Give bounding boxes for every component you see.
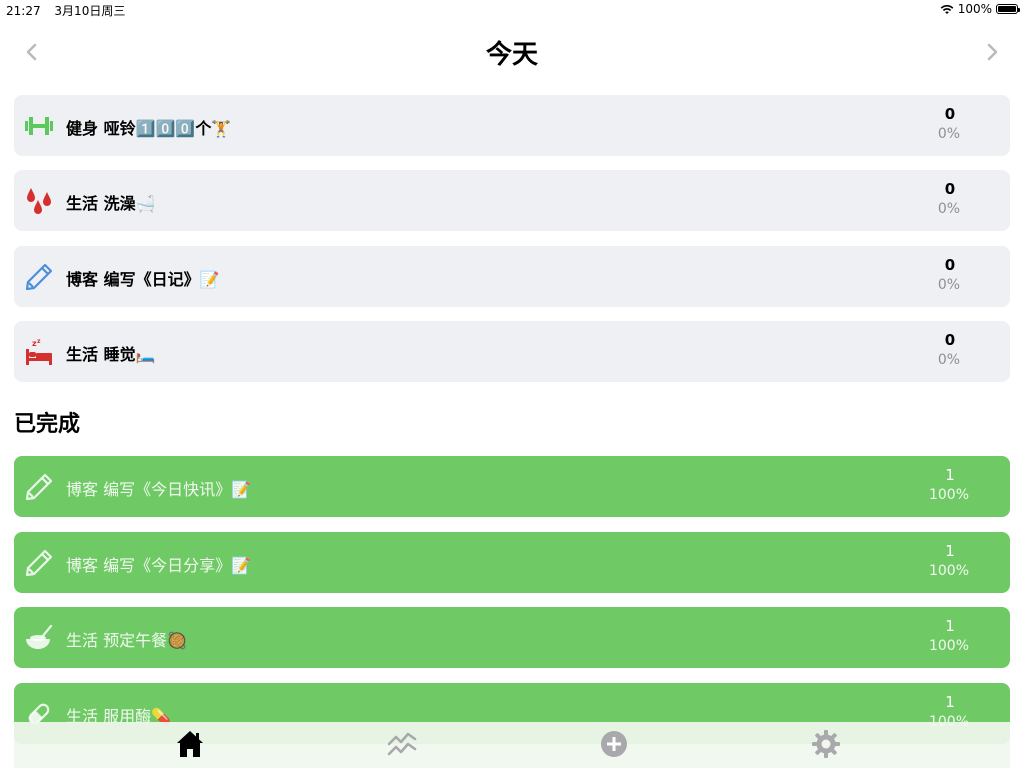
task-card-fitness-dumbbell[interactable]: 健身 哑铃1️⃣0️⃣0️⃣个🏋️ 0 0%	[14, 95, 1010, 156]
chevron-right-icon	[987, 43, 998, 61]
task-card-blog-diary[interactable]: 博客 编写《日记》📝 0 0%	[14, 246, 1010, 307]
next-day-button[interactable]	[980, 40, 1004, 64]
task-title: 生活 预定午餐🥘	[66, 631, 188, 650]
bed-sleep-icon: z z	[24, 337, 54, 367]
task-count: 1	[945, 466, 955, 484]
stats-chart-icon	[387, 732, 417, 756]
battery-percent: 100%	[957, 2, 992, 16]
task-percent: 0%	[937, 277, 961, 293]
task-count: 0	[944, 256, 956, 274]
task-percent: 100%	[928, 563, 970, 579]
dumbbell-icon	[24, 111, 54, 141]
task-count: 0	[944, 180, 956, 198]
task-card-blog-daily-share[interactable]: 博客 编写《今日分享》📝 1 100%	[14, 532, 1010, 593]
task-title: 博客 编写《今日分享》📝	[66, 556, 252, 575]
water-drops-icon	[24, 186, 54, 216]
svg-text:z: z	[37, 338, 41, 345]
task-count: 0	[944, 331, 956, 349]
wifi-icon	[940, 4, 954, 14]
task-percent: 0%	[937, 201, 961, 217]
home-icon	[177, 731, 203, 757]
task-count: 0	[944, 105, 956, 123]
tab-settings[interactable]	[810, 728, 846, 762]
task-percent: 100%	[928, 638, 970, 654]
task-card-life-lunch[interactable]: 生活 预定午餐🥘 1 100%	[14, 607, 1010, 668]
task-percent: 0%	[937, 352, 961, 368]
tab-statistics[interactable]	[386, 728, 422, 762]
task-percent: 0%	[937, 126, 961, 142]
task-title: 博客 编写《今日快讯》📝	[66, 480, 252, 499]
task-title: 健身 哑铃1️⃣0️⃣0️⃣个🏋️	[66, 119, 232, 138]
task-count: 1	[945, 617, 955, 635]
battery-icon	[996, 4, 1020, 14]
status-left: 21:27 3月10日周三	[6, 2, 135, 19]
page-title: 今天	[485, 40, 538, 70]
pencil-icon	[24, 472, 54, 502]
tab-bar	[14, 722, 1010, 768]
settings-gear-icon	[812, 730, 840, 758]
task-title: 生活 睡觉🛏️	[66, 345, 156, 364]
task-percent: 100%	[928, 487, 970, 503]
task-title: 生活 洗澡🛁	[66, 194, 156, 213]
task-card-blog-daily-news[interactable]: 博客 编写《今日快讯》📝 1 100%	[14, 456, 1010, 517]
status-date: 3月10日周三	[54, 4, 126, 18]
completed-section-title: 已完成	[14, 412, 81, 437]
task-title: 博客 编写《日记》📝	[66, 270, 220, 289]
task-card-life-bath[interactable]: 生活 洗澡🛁 0 0%	[14, 170, 1010, 231]
task-count: 1	[945, 693, 955, 711]
add-circle-icon	[601, 731, 627, 757]
status-time: 21:27	[6, 4, 41, 18]
task-count: 1	[945, 542, 955, 560]
task-card-life-sleep[interactable]: z z 生活 睡觉🛏️ 0 0%	[14, 321, 1010, 382]
bowl-icon	[24, 623, 54, 653]
pencil-icon	[24, 262, 54, 292]
tab-add[interactable]	[598, 728, 634, 762]
status-right: 100%	[940, 2, 1020, 16]
status-bar: 21:27 3月10日周三 100%	[0, 0, 1024, 18]
pencil-icon	[24, 548, 54, 578]
tab-home[interactable]	[174, 728, 210, 762]
